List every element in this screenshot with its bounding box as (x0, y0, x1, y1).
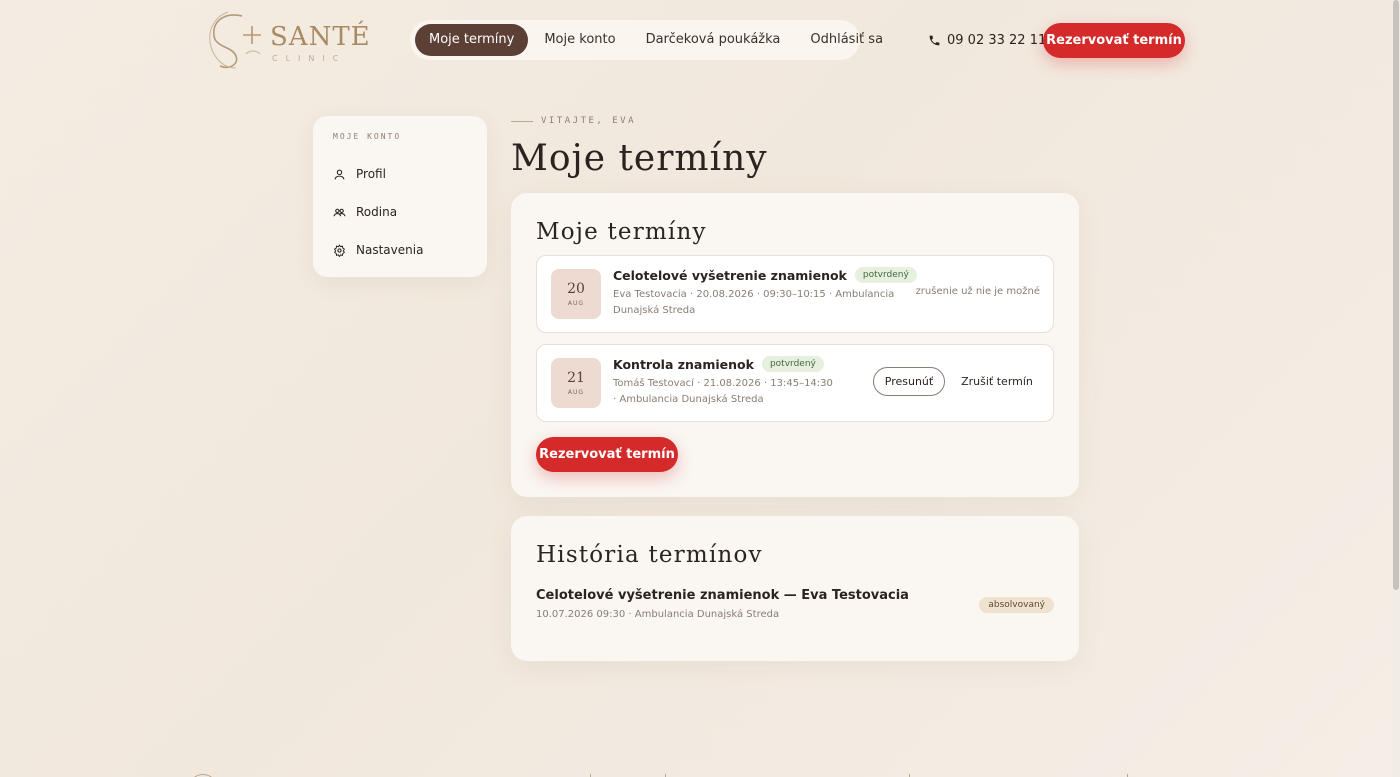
reschedule-button[interactable]: Presunúť (873, 367, 945, 396)
family-icon (333, 208, 346, 216)
history-item: Celotelové vyšetrenie znamienok — Eva Te… (536, 588, 1054, 628)
appointment-name: Celotelové vyšetrenie znamienok (613, 267, 847, 283)
welcome-eyebrow: VITAJTE, EVA (511, 116, 636, 126)
appointment-meta: Tomáš Testovací · 21.08.2026 · 13:45–14:… (613, 378, 833, 405)
brand-subtitle: CLINIC (272, 54, 347, 63)
appointment-details: Celotelové vyšetrenie znamienok potvrden… (613, 267, 917, 319)
status-badge: potvrdený (761, 356, 824, 372)
header-book-button[interactable]: Rezervovať termín (1043, 23, 1185, 58)
appointment-date: 21 AUG (551, 358, 601, 408)
appointment-month: AUG (567, 300, 585, 307)
book-appointment-button[interactable]: Rezervovať termín (536, 437, 678, 472)
nav-item-moje-terminy[interactable]: Moje termíny (415, 24, 529, 56)
page-title: Moje termíny (511, 138, 768, 179)
history-title: História termínov (536, 542, 763, 568)
appointment-meta: Eva Testovacia · 20.08.2026 · 09:30–10:1… (613, 289, 895, 316)
sidebar-item-nastavenia[interactable]: Nastavenia (333, 231, 467, 269)
appointment-day: 20 (567, 281, 585, 297)
appointment-day: 21 (567, 370, 585, 386)
sidebar-title: MOJE KONTO (333, 132, 402, 141)
appointment-item: 20 AUG Celotelové vyšetrenie znamienok p… (536, 255, 1054, 333)
appointment-date: 20 AUG (551, 269, 601, 319)
appointments-card: Moje termíny 20 AUG Celotelové vyšetreni… (511, 193, 1079, 497)
appointment-name: Kontrola znamienok (613, 356, 754, 372)
nav-item-darcekova-poukazka[interactable]: Darčeková poukážka (632, 24, 795, 56)
phone-number: 09 02 33 22 11 (947, 32, 1047, 48)
appointment-details: Kontrola znamienok potvrdený Tomáš Testo… (613, 356, 835, 408)
cancel-unavailable-note: zrušenie už nie je možné (915, 286, 1040, 297)
welcome-text: VITAJTE, EVA (541, 116, 637, 126)
phone-icon (929, 35, 940, 45)
cancel-appointment-button[interactable]: Zrušiť termín (957, 367, 1037, 396)
status-badge: potvrdený (854, 267, 917, 283)
sidebar-item-rodina[interactable]: Rodina (333, 193, 467, 231)
history-item-meta: 10.07.2026 09:30 · Ambulancia Dunajská S… (536, 609, 780, 620)
scrollbar-thumb[interactable] (1393, 0, 1399, 590)
history-card: História termínov Celotelové vyšetrenie … (511, 516, 1079, 661)
appointments-title: Moje termíny (536, 219, 707, 245)
account-sidebar: MOJE KONTO Profil Rodina Nastavenia (313, 116, 487, 277)
main-nav: Moje termíny Moje konto Darčeková poukáž… (410, 20, 883, 60)
appointment-item: 21 AUG Kontrola znamienok potvrdený Tomá… (536, 344, 1054, 422)
sidebar-item-label: Profil (356, 167, 386, 181)
brand-logo[interactable]: SANTÉ CLINIC (206, 10, 370, 72)
eyebrow-divider (511, 120, 533, 122)
nav-item-moje-konto[interactable]: Moje konto (530, 24, 629, 56)
footer-edge (0, 768, 1400, 777)
sidebar-item-label: Nastavenia (356, 243, 424, 257)
nav-item-odhlasit-sa[interactable]: Odhlásiť sa (796, 24, 897, 56)
brand-name: SANTÉ (270, 22, 371, 52)
appointment-month: AUG (567, 389, 585, 396)
history-item-name: Celotelové vyšetrenie znamienok — Eva Te… (536, 588, 909, 603)
brand-emblem-icon (209, 11, 261, 69)
user-icon (334, 169, 345, 179)
page-scrollbar[interactable] (1392, 0, 1400, 777)
phone-link[interactable]: 09 02 33 22 11 (928, 31, 1046, 49)
sidebar-item-label: Rodina (356, 205, 398, 219)
status-badge: absolvovaný (979, 597, 1054, 613)
gear-icon (333, 243, 346, 257)
sidebar-item-profil[interactable]: Profil (333, 155, 467, 193)
